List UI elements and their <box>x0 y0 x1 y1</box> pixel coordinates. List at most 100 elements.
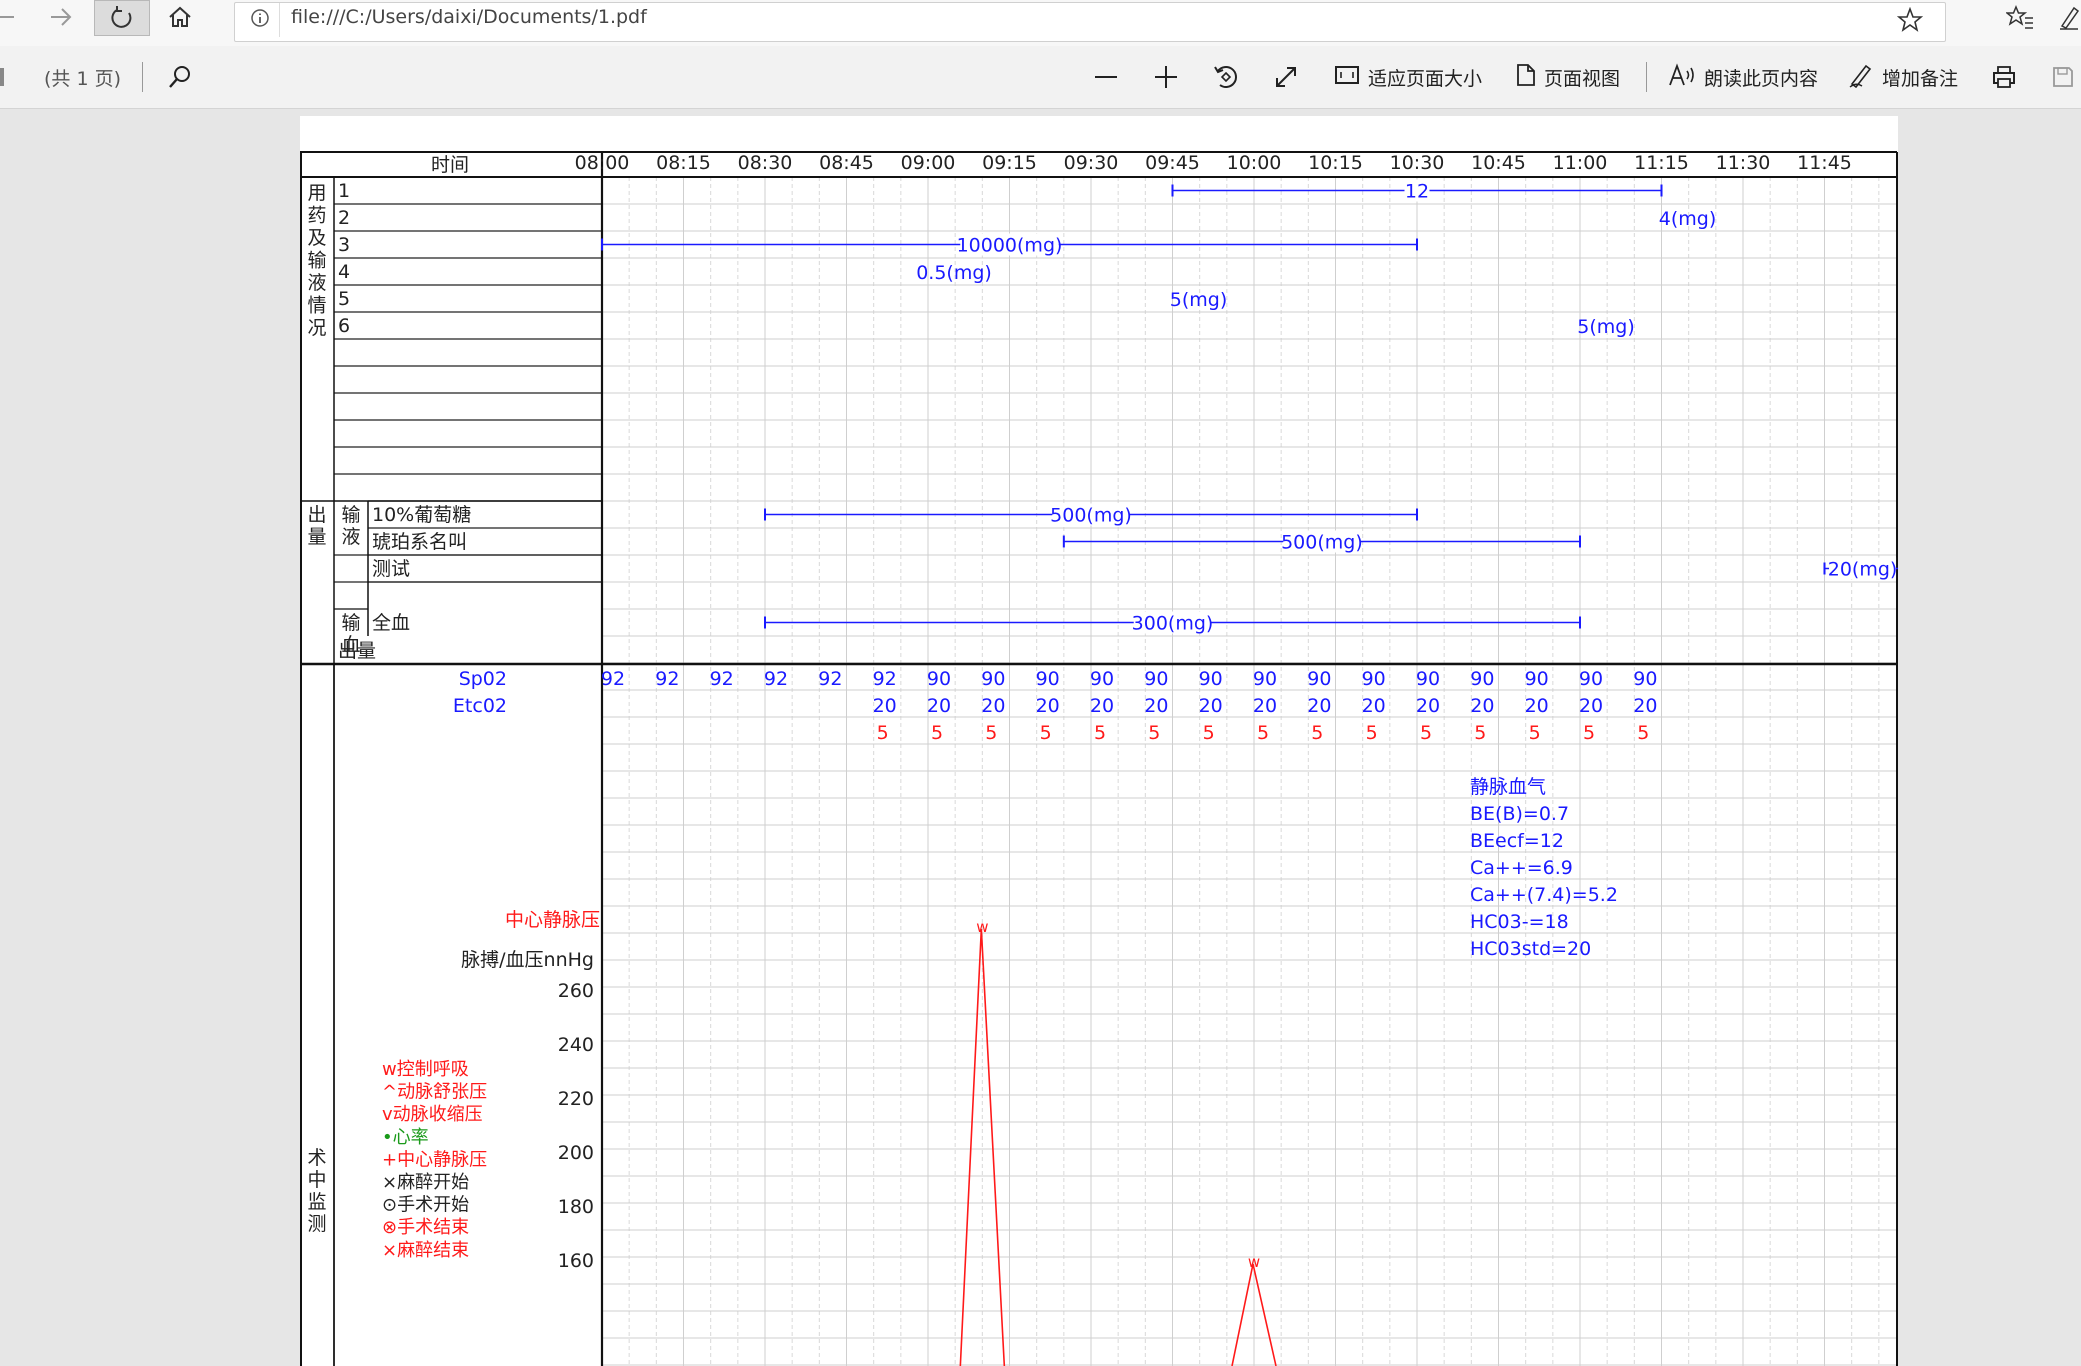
fit-page-label: 适应页面大小 <box>1368 67 1483 90</box>
time-tick-label: 11:45 <box>1797 152 1852 174</box>
home-icon[interactable] <box>160 0 200 34</box>
breathing-trace-marker: w <box>976 918 988 936</box>
pulse-bp-label: 脉搏/血压nnHg <box>461 949 594 971</box>
monitor-red-value: 5 <box>985 722 997 744</box>
info-icon[interactable] <box>249 7 271 29</box>
etco2-value: 20 <box>1633 695 1657 717</box>
section-label-output: 出 <box>307 504 326 526</box>
y-tick-label: 160 <box>558 1250 594 1272</box>
time-tick-label: 08:00 <box>575 152 630 174</box>
spo2-value: 92 <box>873 668 897 690</box>
section-label-monitoring: 监 <box>307 1191 326 1213</box>
med-row-number: 6 <box>338 315 350 337</box>
section-label-output: 量 <box>307 526 326 548</box>
spo2-value: 90 <box>927 668 951 690</box>
zoom-out-icon[interactable] <box>1088 56 1124 98</box>
monitor-red-value: 5 <box>1040 722 1052 744</box>
infusion-row-label: 测试 <box>372 558 410 580</box>
monitor-red-value: 5 <box>1257 722 1269 744</box>
etco2-value: 20 <box>1416 695 1440 717</box>
med-bar-label: 12 <box>1405 181 1429 203</box>
spo2-value: 90 <box>1362 668 1386 690</box>
time-header: 时间 <box>431 154 469 176</box>
section-label-meds: 液 <box>307 272 326 294</box>
pdf-toolbar: (共 1 页) 适应页面大小 页面视图 朗读此页内容 增加备注 <box>0 46 2081 109</box>
legend-item: v动脉收缩压 <box>382 1104 483 1125</box>
section-label-infusion: 液 <box>341 526 360 548</box>
time-tick-label: 09:00 <box>901 152 956 174</box>
spo2-value: 90 <box>1253 668 1277 690</box>
zoom-in-icon[interactable] <box>1148 56 1184 98</box>
infusion-bar-label: 20(mg) <box>1828 559 1898 581</box>
search-icon[interactable] <box>160 56 200 98</box>
favorites-icon[interactable] <box>2000 0 2040 34</box>
spo2-value: 92 <box>818 668 842 690</box>
monitor-red-value: 5 <box>1529 722 1541 744</box>
infusion-bar-label: 500(mg) <box>1050 505 1132 527</box>
spo2-value: 90 <box>1090 668 1114 690</box>
spo2-value: 90 <box>1036 668 1060 690</box>
star-icon[interactable] <box>1895 5 1925 35</box>
output-row-label: 出量 <box>338 640 376 662</box>
y-tick-label: 260 <box>558 980 594 1002</box>
spo2-value: 90 <box>1307 668 1331 690</box>
time-tick-label: 10:45 <box>1471 152 1526 174</box>
read-aloud-button[interactable]: 朗读此页内容 <box>1668 56 1818 98</box>
spo2-value: 92 <box>601 668 625 690</box>
transfusion-bar-label: 300(mg) <box>1132 613 1214 635</box>
time-tick-label: 11:15 <box>1634 152 1689 174</box>
address-field[interactable]: file:///C:/Users/daixi/Documents/1.pdf <box>234 2 1946 42</box>
etco2-value: 20 <box>981 695 1005 717</box>
add-note-label: 增加备注 <box>1882 67 1959 90</box>
legend-item: •心率 <box>382 1127 429 1148</box>
rotate-icon[interactable] <box>1208 56 1244 98</box>
time-tick-label: 10:15 <box>1308 152 1363 174</box>
legend-item: ^动脉舒张压 <box>382 1082 487 1103</box>
back-arrow-icon[interactable] <box>0 0 22 34</box>
section-label-monitoring: 测 <box>307 1213 326 1235</box>
cvp-label: 中心静脉压 <box>505 909 600 931</box>
fullscreen-icon[interactable] <box>1268 56 1304 98</box>
infusion-bar-label: 500(mg) <box>1281 532 1363 554</box>
section-label-monitoring: 术 <box>307 1147 326 1169</box>
legend-item: ×麻醉结束 <box>382 1240 469 1261</box>
url-text: file:///C:/Users/daixi/Documents/1.pdf <box>291 6 647 28</box>
med-dose-label: 0.5(mg) <box>916 262 992 284</box>
page-view-icon <box>1514 63 1536 92</box>
page-view-label: 页面视图 <box>1544 67 1621 90</box>
etco2-value: 20 <box>1090 695 1114 717</box>
y-tick-label: 180 <box>558 1196 594 1218</box>
y-tick-label: 240 <box>558 1034 594 1056</box>
add-note-button[interactable]: 增加备注 <box>1848 56 1958 98</box>
time-tick-label: 09:15 <box>982 152 1037 174</box>
refresh-button[interactable] <box>94 0 150 36</box>
page-view-button[interactable]: 页面视图 <box>1514 56 1620 98</box>
spo2-value: 90 <box>1579 668 1603 690</box>
time-tick-label: 08:15 <box>656 152 711 174</box>
spo2-value: 90 <box>1199 668 1223 690</box>
save-icon[interactable] <box>2046 56 2080 98</box>
pdf-page: 时间 08:00 08:15 08:30 08:45 09:00 09:15 09:30 09:… <box>300 116 1898 1366</box>
pen-icon[interactable] <box>2056 0 2081 34</box>
monitor-red-value: 5 <box>1094 722 1106 744</box>
spo2-value: 90 <box>1633 668 1657 690</box>
time-tick-label: 08:30 <box>738 152 793 174</box>
monitor-red-value: 5 <box>1203 722 1215 744</box>
fit-page-button[interactable]: 适应页面大小 <box>1334 56 1482 98</box>
monitor-red-value: 5 <box>931 722 943 744</box>
section-label-transfusion: 输 <box>341 612 360 634</box>
med-row-number: 1 <box>338 180 350 202</box>
spo2-value: 90 <box>1416 668 1440 690</box>
med-dose-label: 5(mg) <box>1170 289 1227 311</box>
legend-item: ⊗手术结束 <box>382 1217 469 1238</box>
section-label-meds: 及 <box>307 227 326 249</box>
y-tick-label: 220 <box>558 1088 594 1110</box>
section-label-monitoring: 中 <box>307 1169 326 1191</box>
forward-arrow-icon[interactable] <box>44 0 78 34</box>
section-label-meds: 药 <box>307 205 326 227</box>
blood-gas-line: HC03std=20 <box>1470 938 1591 960</box>
time-tick-label: 08:45 <box>819 152 874 174</box>
spo2-value: 92 <box>710 668 734 690</box>
print-icon[interactable] <box>1986 56 2022 98</box>
monitor-red-value: 5 <box>1583 722 1595 744</box>
